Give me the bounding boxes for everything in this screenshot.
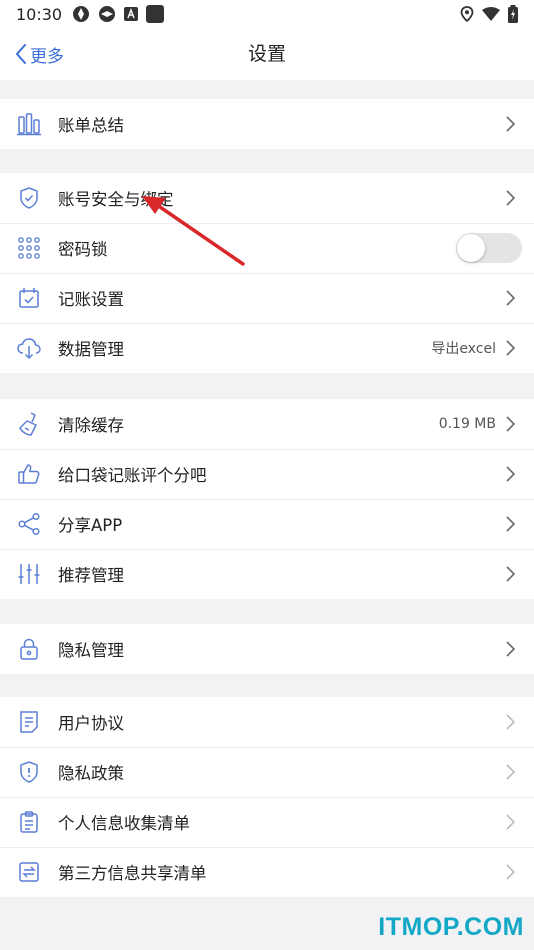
settings-row-personal-info-list[interactable]: 个人信息收集清单 [0,797,534,847]
chevron-right-icon [506,466,516,482]
settings-row-rate-app[interactable]: 给口袋记账评个分吧 [0,449,534,499]
shield-alert-icon [16,759,42,785]
bar-chart-icon [16,111,42,137]
square-notification-icon [146,5,165,23]
share-icon [16,511,42,537]
chevron-right-icon [506,764,516,780]
row-label: 密码锁 [58,240,108,259]
broom-icon [16,411,42,437]
battery-icon [508,5,518,23]
shield-check-icon [16,185,42,211]
password-lock-toggle[interactable] [456,233,522,263]
row-label: 账单总结 [58,116,124,135]
chevron-right-icon [506,516,516,532]
row-label: 隐私政策 [58,764,124,783]
lock-icon [16,636,42,662]
document-icon [16,709,42,735]
toggle-knob [457,234,485,262]
chevron-right-icon [506,290,516,306]
status-bar: 10:30 [0,0,534,28]
chevron-right-icon [506,566,516,582]
system-icons [460,5,518,23]
watermark-logo: ITMOP.COM [378,913,524,941]
row-label: 数据管理 [58,340,124,359]
notification-icons [72,5,165,23]
row-label: 分享APP [58,516,123,535]
settings-group-privacy: 隐私管理 [0,624,534,674]
row-label: 账号安全与绑定 [58,190,174,209]
chevron-right-icon [506,416,516,432]
settings-row-privacy-policy[interactable]: 隐私政策 [0,747,534,797]
chevron-right-icon [506,116,516,132]
clipboard-list-icon [16,809,42,835]
settings-row-third-party-sharing[interactable]: 第三方信息共享清单 [0,847,534,897]
thumbs-up-icon [16,461,42,487]
cloud-download-icon [16,335,42,361]
chevron-right-icon [506,190,516,206]
settings-row-share-app[interactable]: 分享APP [0,499,534,549]
settings-row-bookkeeping[interactable]: 记账设置 [0,273,534,323]
row-label: 清除缓存 [58,416,124,435]
settings-group-app: 清除缓存 0.19 MB 给口袋记账评个分吧 分享APP 推荐管理 [0,399,534,599]
sliders-icon [16,561,42,587]
nav-bar: 更多 设置 [0,28,534,80]
chevron-right-icon [506,641,516,657]
chevron-right-icon [506,714,516,730]
row-label: 个人信息收集清单 [58,814,190,833]
calendar-check-icon [16,285,42,311]
chevron-left-icon [16,44,26,64]
back-button[interactable]: 更多 [14,28,64,80]
status-time: 10:30 [16,4,63,24]
chevron-right-icon [506,340,516,356]
app-notification-icon [73,6,90,22]
a-badge-icon [124,7,139,21]
page-title: 设置 [247,43,286,65]
settings-row-account-security[interactable]: 账号安全与绑定 [0,173,534,223]
settings-row-data-management[interactable]: 数据管理 导出excel [0,323,534,373]
chevron-right-icon [506,814,516,830]
settings-group-legal: 用户协议 隐私政策 个人信息收集清单 第三方信息共享清单 [0,697,534,897]
wifi-icon [482,7,500,21]
settings-group-account: 账号安全与绑定 密码锁 记账设置 数据管理 导出excel [0,173,534,373]
settings-row-recommendation[interactable]: 推荐管理 [0,549,534,599]
settings-row-clear-cache[interactable]: 清除缓存 0.19 MB [0,399,534,449]
chevron-right-icon [506,864,516,880]
row-value: 0.19 MB [438,416,496,432]
row-label: 给口袋记账评个分吧 [58,466,207,485]
location-icon [460,6,474,22]
row-label: 记账设置 [58,290,124,309]
settings-row-password-lock[interactable]: 密码锁 [0,223,534,273]
back-label: 更多 [30,46,64,67]
app-notification-icon [99,6,116,22]
settings-row-privacy-management[interactable]: 隐私管理 [0,624,534,674]
row-value: 导出excel [431,341,496,357]
settings-row-bill-summary[interactable]: 账单总结 [0,99,534,149]
exchange-icon [16,859,42,885]
keypad-icon [16,235,42,261]
row-label: 用户协议 [58,714,124,733]
row-label: 第三方信息共享清单 [58,864,207,883]
row-label: 隐私管理 [58,641,124,660]
settings-group-summary: 账单总结 [0,99,534,149]
settings-row-user-agreement[interactable]: 用户协议 [0,697,534,747]
row-label: 推荐管理 [58,566,124,585]
